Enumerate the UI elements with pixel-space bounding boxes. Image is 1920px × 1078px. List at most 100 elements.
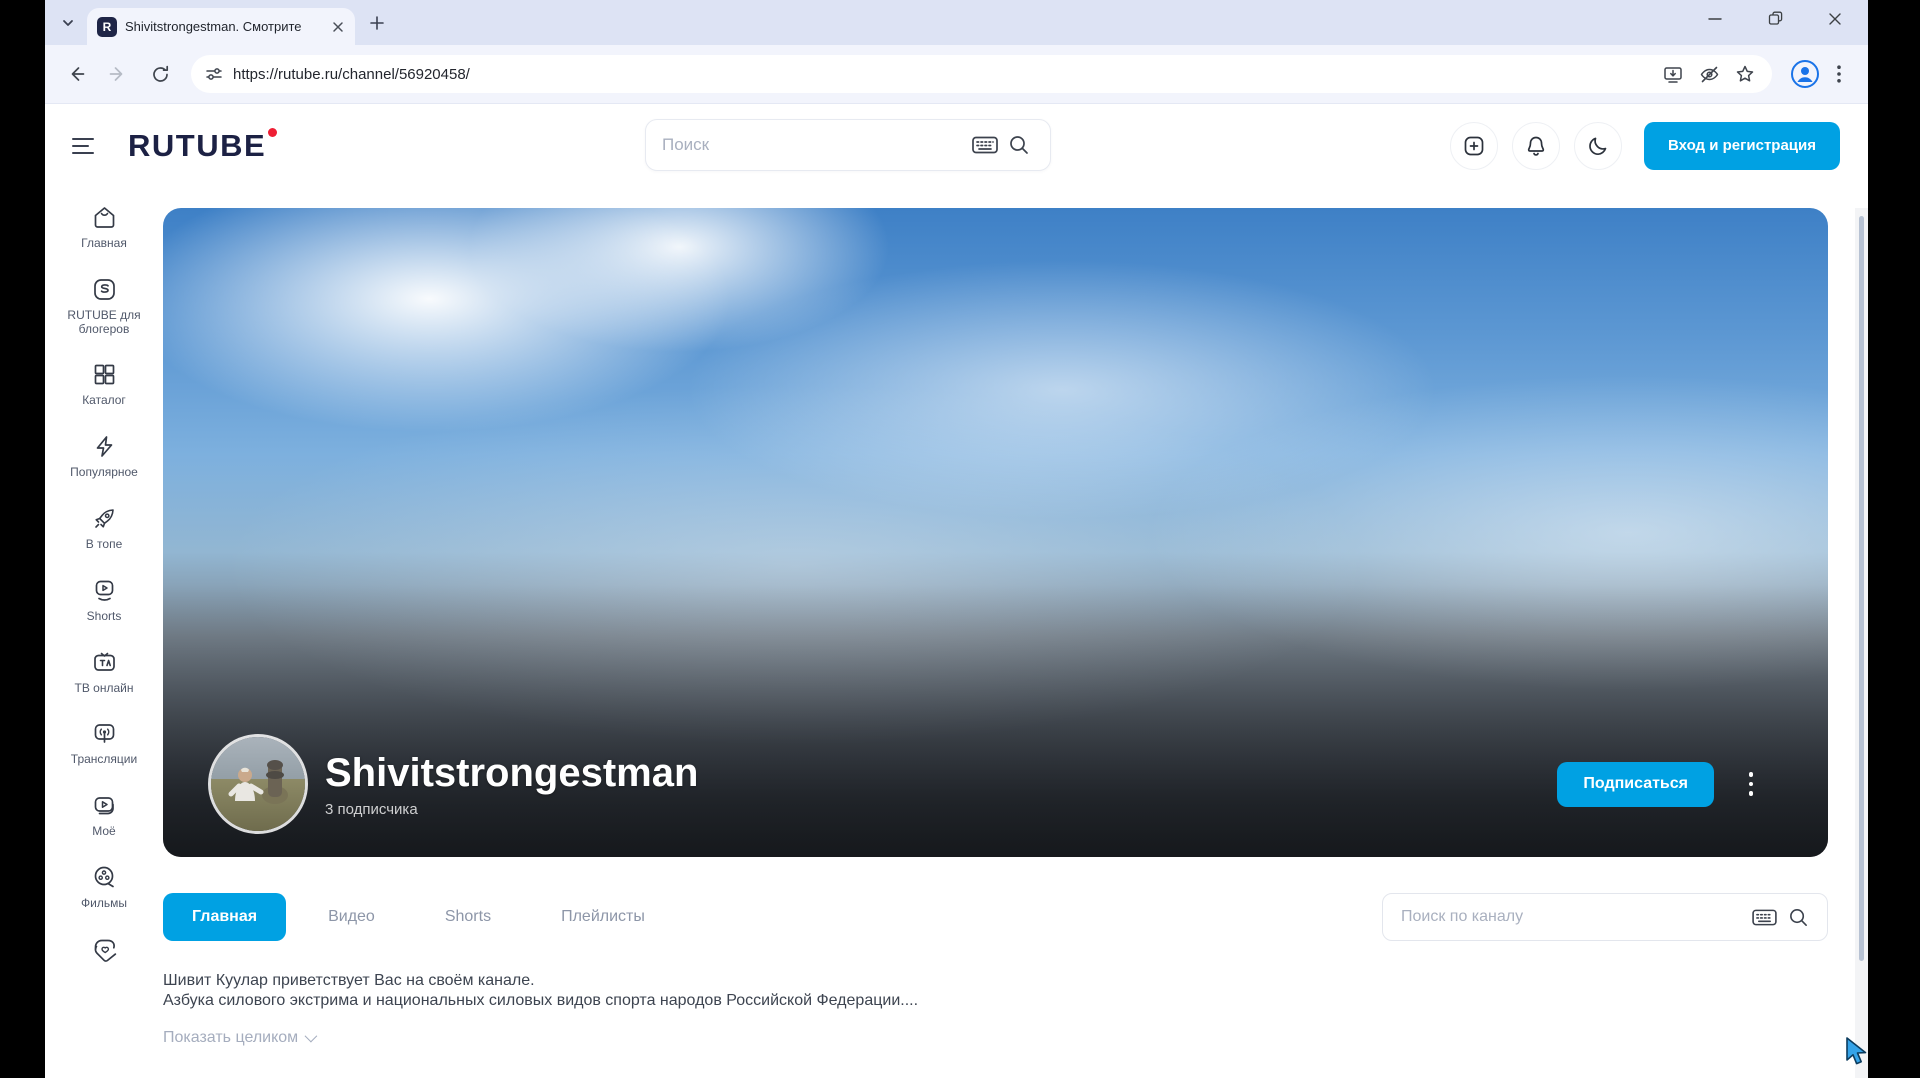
- window-controls: [1700, 0, 1860, 37]
- reload-icon: [151, 65, 170, 84]
- minimize-button[interactable]: [1700, 4, 1730, 34]
- sidebar-item-shorts[interactable]: Shorts: [49, 577, 159, 624]
- channel-banner: Shivitstrongestman 3 подписчика Подписат…: [163, 208, 1828, 857]
- install-app-button[interactable]: [1658, 59, 1688, 89]
- forward-arrow-icon: [108, 64, 128, 84]
- restore-icon: [1768, 11, 1783, 26]
- channel-search-button[interactable]: [1781, 900, 1815, 934]
- close-icon: [1828, 12, 1842, 26]
- install-icon: [1663, 64, 1683, 84]
- add-video-icon: [1462, 134, 1486, 158]
- my-videos-icon: [91, 792, 118, 819]
- desktop: R Shivitstrongestman. Смотрите: [0, 0, 1920, 1078]
- browser-tab-strip: R Shivitstrongestman. Смотрите: [45, 0, 1868, 45]
- channel-avatar[interactable]: [211, 737, 305, 831]
- search-button[interactable]: [1002, 128, 1036, 162]
- tab-list-chevron-button[interactable]: [53, 8, 83, 38]
- banner-actions: Подписаться: [1557, 762, 1766, 807]
- profile-avatar-icon: [1790, 59, 1820, 89]
- chevron-down-icon: [305, 1030, 318, 1043]
- kebab-menu-icon: [1837, 65, 1841, 83]
- site-header: RUTUBE: [45, 104, 1868, 187]
- sidebar-item-catalog[interactable]: Каталог: [49, 361, 159, 408]
- page-scrollbar[interactable]: [1855, 208, 1868, 1078]
- sidebar-item-tv-online[interactable]: ТВ онлайн: [49, 649, 159, 696]
- upload-video-button[interactable]: [1450, 122, 1498, 170]
- browser-window: R Shivitstrongestman. Смотрите: [45, 0, 1868, 1078]
- plus-icon: [369, 15, 385, 31]
- forward-button[interactable]: [101, 57, 135, 91]
- tab-videos[interactable]: Видео: [300, 893, 403, 941]
- search-input[interactable]: [662, 135, 968, 155]
- sidebar-item-movies[interactable]: Фильмы: [49, 864, 159, 911]
- channel-search-input[interactable]: [1401, 908, 1747, 926]
- sidebar-item-subscriptions[interactable]: [49, 936, 159, 963]
- sidebar-item-streams[interactable]: Трансляции: [49, 720, 159, 767]
- tab-title: Shivitstrongestman. Смотрите: [125, 19, 329, 34]
- show-more-button[interactable]: Показать целиком: [163, 1029, 314, 1047]
- rutube-favicon-icon: R: [97, 17, 117, 37]
- rocket-icon: [91, 505, 118, 532]
- sidebar-item-top[interactable]: В топе: [49, 505, 159, 552]
- sidebar-item-my[interactable]: Моё: [49, 792, 159, 839]
- sidebar-item-rutube-for-bloggers[interactable]: RUTUBE для блогеров: [49, 276, 159, 337]
- browser-tab[interactable]: R Shivitstrongestman. Смотрите: [87, 8, 355, 45]
- channel-keyboard-button[interactable]: [1747, 900, 1781, 934]
- avatar-image: [211, 737, 305, 831]
- star-icon: [1735, 64, 1755, 84]
- subscribe-button[interactable]: Подписаться: [1557, 762, 1714, 807]
- eye-off-icon: [1699, 64, 1720, 85]
- browser-profile-button[interactable]: [1788, 57, 1822, 91]
- tab-close-button[interactable]: [329, 18, 347, 36]
- chevron-down-icon: [61, 16, 75, 30]
- keyboard-icon: [1752, 908, 1777, 927]
- rutube-logo-text: RUTUBE: [128, 130, 266, 161]
- sidebar-label: Моё: [92, 825, 115, 839]
- tab-playlists[interactable]: Плейлисты: [533, 893, 673, 941]
- login-button[interactable]: Вход и регистрация: [1644, 122, 1840, 170]
- channel-subscribers: 3 подписчика: [325, 801, 698, 818]
- scrollbar-thumb[interactable]: [1859, 216, 1864, 961]
- url-text[interactable]: https://rutube.ru/channel/56920458/: [233, 66, 1652, 83]
- new-tab-button[interactable]: [363, 9, 391, 37]
- tab-shorts[interactable]: Shorts: [417, 893, 519, 941]
- channel-info-row: Shivitstrongestman 3 подписчика Подписат…: [211, 737, 1766, 831]
- close-icon: [332, 21, 344, 33]
- mouse-cursor: [1843, 1036, 1873, 1070]
- menu-hamburger-button[interactable]: [72, 131, 106, 161]
- channel-name: Shivitstrongestman: [325, 751, 698, 795]
- back-button[interactable]: [59, 57, 93, 91]
- rutube-logo-dot: [268, 128, 277, 137]
- channel-more-button[interactable]: [1736, 762, 1766, 806]
- sidebar-label: Фильмы: [81, 897, 127, 911]
- sidebar-item-popular[interactable]: Популярное: [49, 433, 159, 480]
- kebab-dot: [1749, 772, 1754, 777]
- reload-button[interactable]: [143, 57, 177, 91]
- studio-icon: [91, 276, 118, 303]
- restore-button[interactable]: [1760, 4, 1790, 34]
- eye-off-button[interactable]: [1694, 59, 1724, 89]
- close-window-button[interactable]: [1820, 4, 1850, 34]
- rutube-page: RUTUBE: [45, 104, 1868, 1078]
- address-bar[interactable]: https://rutube.ru/channel/56920458/: [191, 55, 1772, 93]
- bookmark-star-button[interactable]: [1730, 59, 1760, 89]
- browser-menu-button[interactable]: [1822, 57, 1856, 91]
- tab-main[interactable]: Главная: [163, 893, 286, 941]
- rutube-logo[interactable]: RUTUBE: [128, 130, 277, 161]
- shorts-icon: [91, 577, 118, 604]
- sidebar-item-main[interactable]: Главная: [49, 204, 159, 251]
- virtual-keyboard-button[interactable]: [968, 128, 1002, 162]
- site-search: [645, 119, 1051, 171]
- lightning-icon: [91, 433, 118, 460]
- description-line: Азбука силового экстрима и национальных …: [163, 991, 1828, 1011]
- theme-toggle-button[interactable]: [1574, 122, 1622, 170]
- kebab-dot: [1749, 791, 1754, 796]
- sidebar-label: Популярное: [70, 466, 138, 480]
- sidebar-label: Главная: [81, 237, 127, 251]
- browser-toolbar: https://rutube.ru/channel/56920458/: [45, 45, 1868, 104]
- page-content: Главная RUTUBE для блогеров Каталог Попу…: [45, 187, 1868, 1047]
- site-info-icon[interactable]: [205, 65, 223, 83]
- notifications-button[interactable]: [1512, 122, 1560, 170]
- sidebar-label: Shorts: [87, 610, 122, 624]
- moon-icon: [1586, 134, 1610, 158]
